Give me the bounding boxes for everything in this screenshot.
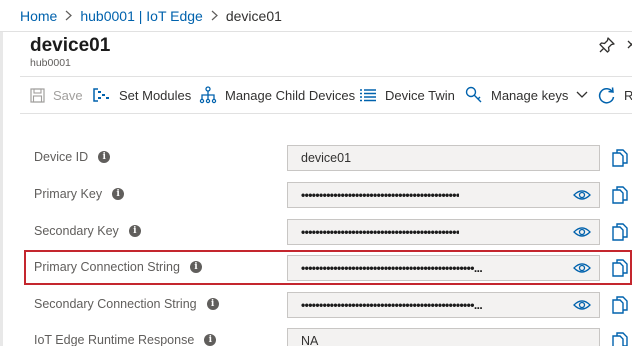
copy-icon[interactable]: [612, 186, 628, 204]
info-icon[interactable]: i: [112, 188, 125, 200]
chevron-down-icon: [576, 91, 588, 98]
device-id-field[interactable]: device01: [287, 145, 600, 171]
manage-child-devices-button[interactable]: Manage Child Devices: [199, 77, 355, 113]
set-modules-button[interactable]: Set Modules: [93, 77, 191, 113]
copy-icon[interactable]: [612, 149, 628, 167]
refresh-label: Re: [624, 87, 632, 103]
key-icon: [465, 86, 482, 103]
info-icon[interactable]: i: [204, 334, 217, 346]
command-bar: Save Set Modules Manage Child Devices De…: [20, 76, 632, 114]
device-twin-button[interactable]: Device Twin: [359, 77, 455, 113]
info-icon[interactable]: i: [206, 298, 219, 310]
field-label: IoT Edge Runtime Response i: [34, 333, 217, 346]
secondary-key-row: Secondary Key i •••••••••••••••••••••••••…: [0, 216, 632, 248]
copy-icon[interactable]: [612, 332, 628, 346]
device-id-row: Device ID i device01: [0, 142, 632, 174]
refresh-button[interactable]: Re: [598, 77, 632, 113]
pin-icon[interactable]: [598, 36, 616, 54]
edge-runtime-response-field: NA: [287, 328, 600, 346]
breadcrumb: Home hub0001 | IoT Edge device01: [0, 0, 632, 32]
secondary-connection-string-row: Secondary Connection String i •••••••••••…: [0, 289, 632, 321]
eye-icon[interactable]: [573, 299, 591, 311]
page-title: device01: [30, 35, 111, 56]
refresh-icon: [598, 87, 615, 104]
info-icon[interactable]: i: [98, 151, 111, 163]
field-label: Secondary Connection String i: [34, 297, 219, 311]
info-icon[interactable]: i: [128, 225, 141, 237]
field-label: Secondary Key i: [34, 224, 141, 238]
secondary-key-field[interactable]: ••••••••••••••••••••••••••••••••••••••••…: [287, 219, 600, 245]
copy-icon[interactable]: [612, 223, 628, 241]
save-button[interactable]: Save: [30, 77, 83, 113]
set-modules-icon: [93, 88, 109, 102]
field-label: Primary Key i: [34, 187, 125, 201]
copy-icon[interactable]: [612, 296, 628, 314]
secondary-connection-string-field[interactable]: ••••••••••••••••••••••••••••••••••••••••…: [287, 292, 600, 318]
manage-keys-button[interactable]: Manage keys: [465, 77, 588, 113]
primary-key-field[interactable]: ••••••••••••••••••••••••••••••••••••••••…: [287, 182, 600, 208]
manage-child-devices-label: Manage Child Devices: [225, 87, 356, 103]
field-label: Device ID i: [34, 150, 111, 164]
eye-icon[interactable]: [573, 226, 591, 238]
chevron-right-icon: [65, 10, 73, 21]
edge-runtime-response-row: IoT Edge Runtime Response i NA: [0, 325, 632, 346]
device-twin-label: Device Twin: [385, 87, 455, 103]
set-modules-label: Set Modules: [119, 87, 192, 103]
primary-key-row: Primary Key i •••••••••••••••••••••••••••…: [0, 179, 632, 211]
manage-keys-label: Manage keys: [491, 87, 569, 103]
chevron-right-icon: [211, 10, 218, 21]
breadcrumb-home-link[interactable]: Home: [20, 8, 57, 24]
highlight-box: [24, 250, 632, 285]
breadcrumb-hub-link[interactable]: hub0001 | IoT Edge: [80, 8, 202, 24]
breadcrumb-current: device01: [225, 7, 282, 24]
save-label: Save: [53, 87, 83, 103]
eye-icon[interactable]: [573, 189, 591, 201]
list-icon: [360, 89, 376, 102]
save-icon: [30, 87, 45, 103]
page-subtitle: hub0001: [30, 57, 71, 69]
close-icon[interactable]: [626, 36, 632, 54]
hierarchy-icon: [199, 86, 217, 104]
